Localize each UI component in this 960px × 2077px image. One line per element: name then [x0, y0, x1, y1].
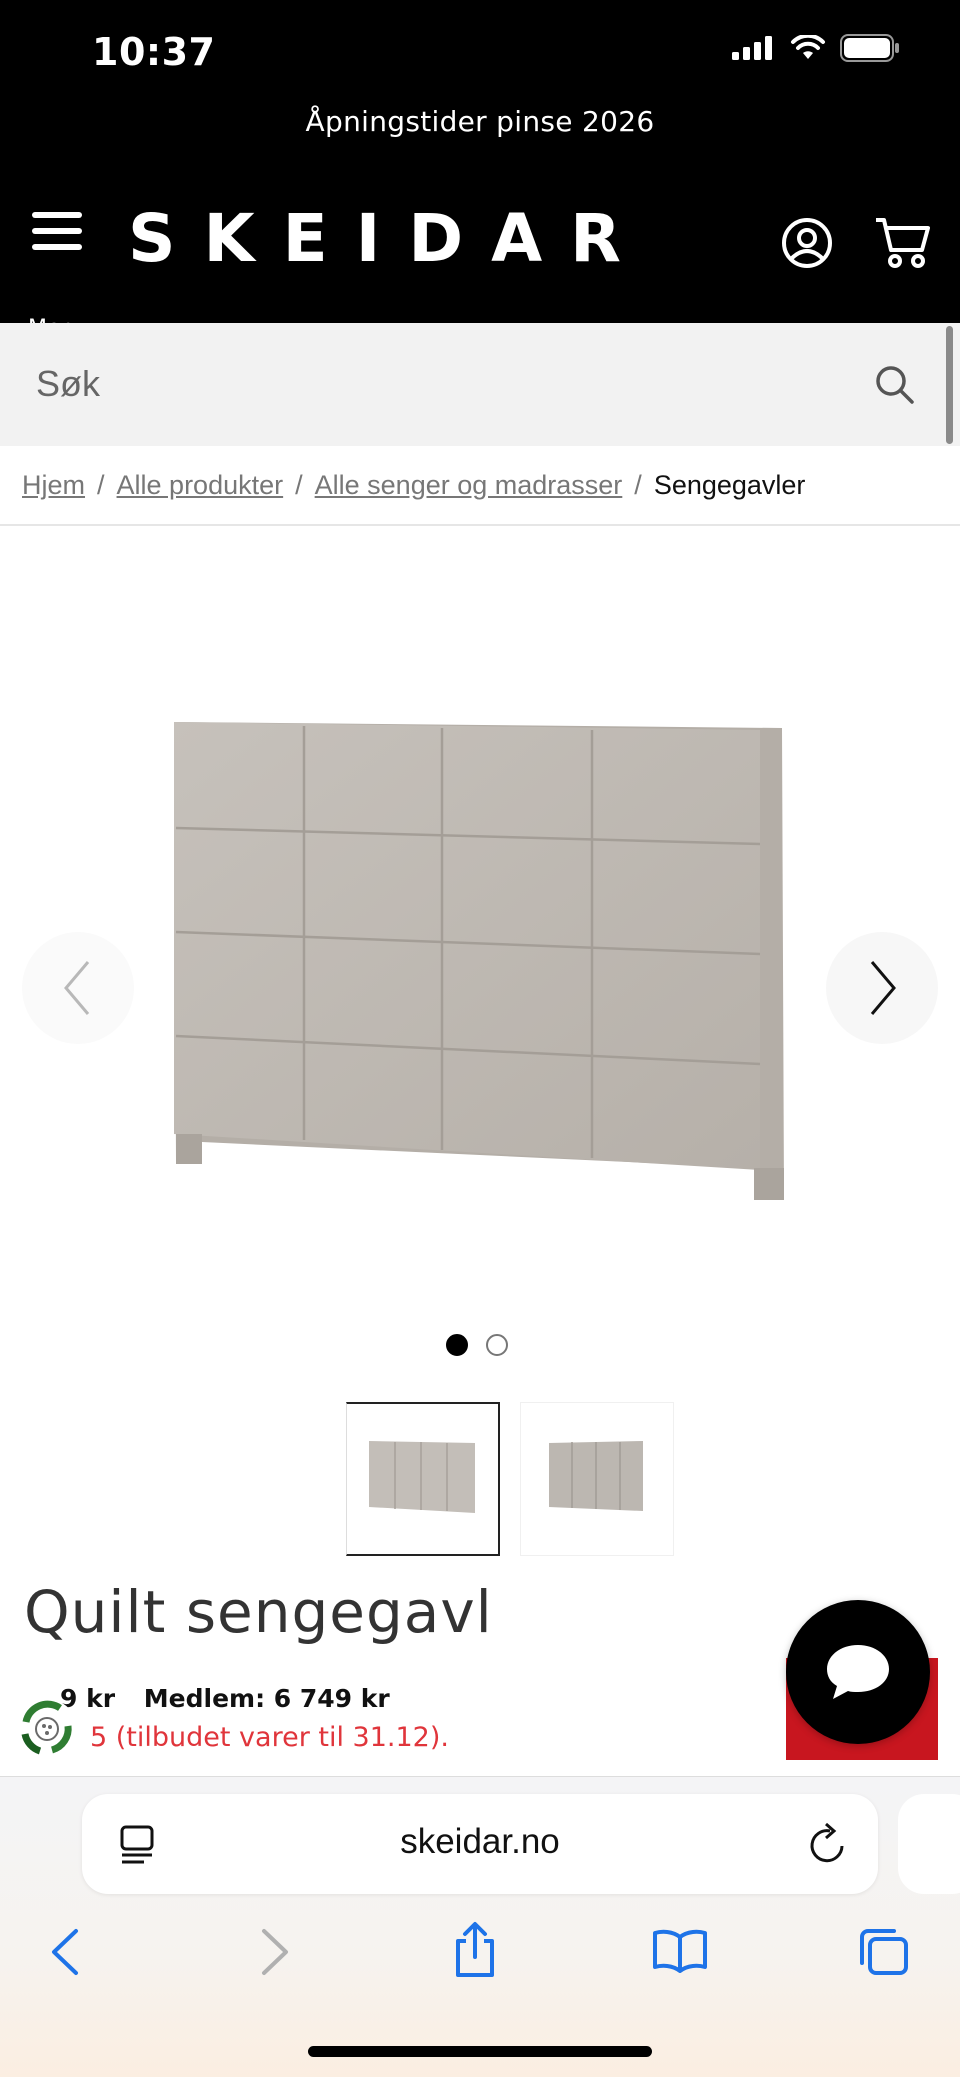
product-gallery — [0, 526, 960, 1556]
address-bar[interactable]: skeidar.no — [82, 1794, 878, 1894]
page-scrollbar[interactable] — [946, 326, 953, 444]
breadcrumb-link-home[interactable]: Hjem — [22, 470, 85, 501]
breadcrumb: Hjem / Alle produkter / Alle senger og m… — [0, 446, 960, 526]
chat-button[interactable] — [786, 1600, 930, 1744]
cellular-signal-icon — [732, 36, 772, 60]
breadcrumb-current: Sengegavler — [653, 469, 806, 500]
search-input[interactable] — [36, 353, 816, 415]
gallery-dot-1[interactable] — [446, 1334, 468, 1356]
forward-icon[interactable] — [258, 1927, 292, 1977]
product-title: Quilt sengegavl — [24, 1578, 493, 1646]
browser-nav-toolbar — [0, 1922, 960, 2007]
cart-icon[interactable] — [874, 214, 932, 270]
thumbnail-image — [368, 1441, 475, 1513]
search-icon[interactable] — [874, 364, 916, 406]
member-price: Medlem: 6 749 kr — [143, 1684, 390, 1713]
gallery-pagination — [446, 1334, 508, 1356]
breadcrumb-separator: / — [634, 469, 642, 500]
promo-text[interactable]: Åpningstider pinse 2026 — [306, 105, 655, 138]
tabs-icon[interactable] — [858, 1927, 910, 1977]
gallery-prev-button[interactable] — [22, 932, 134, 1044]
home-indicator[interactable] — [308, 2046, 652, 2057]
menu-icon-bar — [32, 244, 82, 250]
chat-icon — [827, 1645, 889, 1699]
status-time: 10:37 — [92, 30, 216, 74]
account-icon[interactable] — [780, 216, 834, 270]
menu-icon — [32, 212, 82, 218]
next-tab-pill[interactable] — [898, 1794, 960, 1894]
site-header: Meny SKEIDAR — [0, 170, 960, 341]
reload-icon[interactable] — [808, 1822, 848, 1866]
offer-text: 5 (tilbudet varer til 31.12). — [90, 1722, 449, 1753]
back-icon[interactable] — [48, 1927, 82, 1977]
chevron-right-icon — [870, 961, 896, 1015]
battery-icon — [840, 34, 899, 62]
menu-icon-bar — [32, 228, 82, 234]
site-logo[interactable]: SKEIDAR — [128, 200, 649, 277]
breadcrumb-link-beds[interactable]: Alle senger og madrasser — [315, 470, 623, 501]
share-icon[interactable] — [452, 1921, 498, 1979]
breadcrumb-link-all-products[interactable]: Alle produkter — [117, 470, 284, 501]
price-row: 9 kr Medlem: 6 749 kr — [60, 1684, 390, 1713]
breadcrumb-separator: / — [295, 469, 303, 500]
product-image[interactable] — [172, 722, 792, 1262]
thumbnail-image — [549, 1441, 643, 1511]
status-icons — [732, 34, 900, 62]
bookmarks-icon[interactable] — [652, 1927, 708, 1973]
gallery-thumbnail-1[interactable] — [346, 1402, 500, 1556]
promo-banner[interactable]: Åpningstider pinse 2026 — [0, 96, 960, 170]
status-bar: 10:37 — [0, 0, 960, 96]
url-text[interactable]: skeidar.no — [82, 1822, 878, 1862]
gallery-next-button[interactable] — [826, 932, 938, 1044]
chevron-left-icon — [64, 961, 90, 1015]
search-bar — [0, 323, 960, 446]
menu-button[interactable]: Meny — [26, 212, 88, 341]
recycle-icon[interactable] — [14, 1696, 80, 1762]
wifi-icon — [791, 35, 825, 59]
gallery-dot-2[interactable] — [486, 1334, 508, 1356]
browser-toolbar: skeidar.no — [0, 1776, 960, 2077]
gallery-thumbnail-2[interactable] — [520, 1402, 674, 1556]
breadcrumb-separator: / — [97, 469, 105, 500]
